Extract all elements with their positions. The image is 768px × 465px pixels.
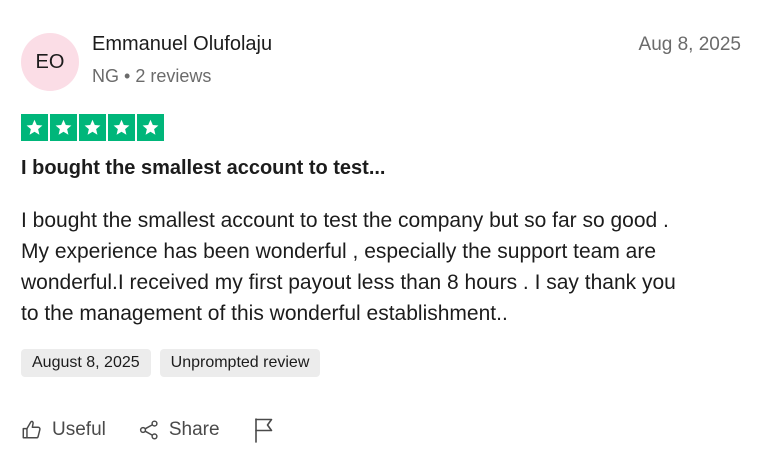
review-body: I bought the smallest account to test th… (21, 205, 741, 329)
star-icon (108, 114, 135, 141)
avatar-initials: EO (35, 50, 65, 73)
thumbs-up-icon (21, 419, 43, 441)
flag-icon (253, 417, 275, 443)
star-rating (21, 114, 164, 141)
star-icon (79, 114, 106, 141)
star-icon (50, 114, 77, 141)
useful-label: Useful (52, 419, 106, 440)
review-body-line: wonderful.I received my first payout les… (21, 271, 676, 294)
separator-dot: • (124, 66, 131, 86)
useful-button[interactable]: Useful (21, 419, 106, 441)
review-tags: August 8, 2025 Unprompted review (21, 349, 321, 377)
review-actions: Useful Share (21, 417, 275, 443)
review-date: Aug 8, 2025 (638, 34, 741, 55)
share-icon (138, 419, 160, 441)
experience-date-badge: August 8, 2025 (21, 349, 151, 377)
review-type-badge[interactable]: Unprompted review (159, 349, 321, 377)
review-body-line: My experience has been wonderful , espec… (21, 240, 657, 263)
reviewer-country: NG (92, 66, 119, 86)
reviewer-name[interactable]: Emmanuel Olufolaju (92, 33, 272, 56)
star-icon (137, 114, 164, 141)
share-label: Share (168, 419, 220, 440)
star-icon (21, 114, 48, 141)
review-title[interactable]: I bought the smallest account to test... (21, 157, 385, 180)
reviewer-meta: NG • 2 reviews (92, 66, 211, 87)
report-button[interactable] (253, 417, 275, 443)
review-body-line: I bought the smallest account to test th… (21, 209, 669, 232)
avatar[interactable]: EO (21, 33, 79, 91)
review-body-line: to the management of this wonderful esta… (21, 302, 508, 325)
review-card: EO Emmanuel Olufolaju NG • 2 reviews Aug 8… (0, 0, 768, 465)
reviewer-review-count: 2 reviews (135, 66, 212, 86)
share-button[interactable]: Share (138, 419, 220, 441)
